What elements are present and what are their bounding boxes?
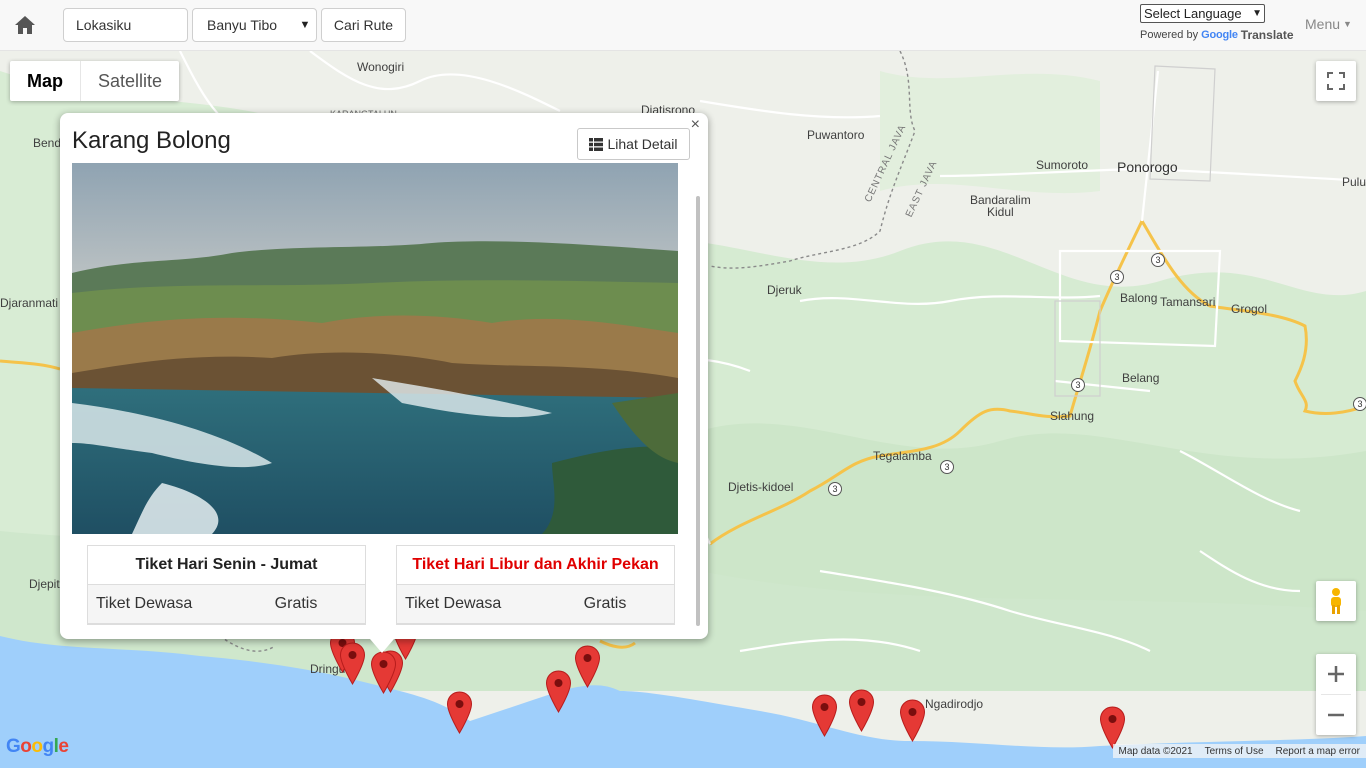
zoom-out-button[interactable]: [1316, 695, 1356, 735]
map-marker-pin[interactable]: [848, 689, 875, 732]
caret-down-icon: ▼: [1343, 19, 1352, 29]
list-icon: [589, 137, 604, 151]
ticket-price: Gratis: [583, 595, 627, 612]
route-shield: 3: [1071, 378, 1085, 392]
map-attribution: Map data ©2021 Terms of Use Report a map…: [1112, 744, 1366, 758]
place-label: Sumoroto: [1036, 158, 1089, 172]
place-label: Pulu: [1342, 175, 1366, 189]
powered-by-translate: Powered by Google Translate: [1140, 28, 1294, 42]
route-shield: 3: [1151, 253, 1165, 267]
place-label: Slahung: [1050, 409, 1095, 423]
menu-label: Menu: [1305, 16, 1341, 32]
chevron-down-icon: ▼: [1252, 8, 1262, 19]
location-input[interactable]: [63, 8, 188, 42]
place-label: Wonogiri: [357, 60, 405, 74]
map-type-control: Map Satellite: [10, 61, 180, 101]
zoom-in-button[interactable]: [1316, 654, 1356, 694]
language-select-value: Select Language: [1144, 6, 1242, 21]
place-info-window: Karang Bolong Lihat Detail × Tiket Hari …: [60, 113, 708, 639]
powered-by-text: Powered by: [1140, 29, 1199, 41]
map-marker-pin[interactable]: [574, 645, 601, 688]
weekday-ticket-table: Tiket Hari Senin - Jumat Tiket Dewasa Gr…: [87, 545, 366, 625]
place-label: Grogol: [1231, 302, 1268, 316]
map-data-text[interactable]: Map data ©2021: [1119, 746, 1193, 757]
weekend-ticket-table: Tiket Hari Libur dan Akhir Pekan Tiket D…: [396, 545, 675, 625]
ticket-type: Tiket Dewasa: [96, 595, 193, 612]
place-label: Ponorogo: [1117, 159, 1178, 175]
map-type-satellite-button[interactable]: Satellite: [81, 61, 179, 101]
pegman-icon: [1331, 588, 1341, 614]
info-window-tail: [370, 639, 394, 653]
plus-icon: [1328, 666, 1344, 682]
view-detail-button[interactable]: Lihat Detail: [577, 128, 690, 160]
place-label: Belang: [1122, 371, 1160, 385]
fullscreen-button[interactable]: [1316, 61, 1356, 101]
terms-link[interactable]: Terms of Use: [1205, 746, 1264, 757]
place-label: Kidul: [987, 205, 1014, 219]
home-icon[interactable]: [10, 10, 40, 40]
place-label: Djetis-kidoel: [728, 480, 794, 494]
place-label: Balong: [1120, 291, 1158, 305]
close-icon[interactable]: ×: [691, 116, 700, 134]
zoom-control: [1316, 654, 1356, 735]
translate-link[interactable]: Translate: [1241, 28, 1294, 42]
route-shield: 3: [1353, 397, 1366, 411]
route-shield: 3: [828, 482, 842, 496]
language-select[interactable]: Select Language ▼: [1140, 4, 1265, 23]
ticket-type: Tiket Dewasa: [405, 595, 502, 612]
map-canvas[interactable]: Wonogiri KARANGTALUN Bend Djatisrono Puw…: [0, 51, 1366, 768]
place-label: Ngadirodjo: [925, 697, 984, 711]
table-row: Tiket Dewasa Gratis: [397, 585, 674, 624]
find-route-button[interactable]: Cari Rute: [321, 8, 406, 42]
top-navbar: Banyu Tibo ▼ Cari Rute Select Language ▼…: [0, 0, 1366, 51]
street-view-pegman-button[interactable]: [1316, 581, 1356, 621]
map-marker-pin[interactable]: [1099, 706, 1126, 749]
map-marker-pin[interactable]: [811, 694, 838, 737]
place-title: Karang Bolong: [72, 127, 231, 154]
google-translate-logo[interactable]: Google: [1201, 29, 1238, 41]
place-label: Bend: [33, 136, 62, 150]
place-label: Djepit: [29, 577, 60, 591]
destination-select[interactable]: Banyu Tibo ▼: [192, 8, 317, 42]
chevron-down-icon: ▼: [299, 19, 311, 31]
menu-button[interactable]: Menu ▼: [1305, 16, 1352, 32]
place-label: Djeruk: [767, 283, 802, 297]
view-detail-label: Lihat Detail: [607, 136, 678, 152]
destination-select-value: Banyu Tibo: [207, 17, 278, 33]
route-shield: 3: [940, 460, 954, 474]
place-label: Tegalamba: [873, 449, 932, 463]
place-photo: [72, 163, 678, 534]
report-error-link[interactable]: Report a map error: [1276, 746, 1360, 757]
table-row: Tiket Dewasa Gratis: [88, 585, 365, 624]
map-marker-pin[interactable]: [339, 642, 366, 685]
fullscreen-icon: [1327, 72, 1345, 90]
table-heading: Tiket Hari Senin - Jumat: [88, 546, 365, 585]
place-label: Djaranmati: [0, 296, 59, 310]
ticket-price: Gratis: [274, 595, 318, 612]
info-scrollbar[interactable]: [696, 196, 700, 626]
map-marker-pin[interactable]: [446, 691, 473, 734]
map-marker-pin[interactable]: [899, 699, 926, 742]
map-marker-pin[interactable]: [545, 670, 572, 713]
minus-icon: [1328, 713, 1344, 717]
route-shield: 3: [1110, 270, 1124, 284]
map-type-map-button[interactable]: Map: [10, 61, 81, 101]
table-heading: Tiket Hari Libur dan Akhir Pekan: [397, 546, 674, 585]
place-label: Tamansari: [1160, 295, 1216, 309]
google-logo[interactable]: Google: [6, 736, 69, 758]
place-label: Puwantoro: [807, 128, 865, 142]
map-marker-pin[interactable]: [370, 651, 397, 694]
